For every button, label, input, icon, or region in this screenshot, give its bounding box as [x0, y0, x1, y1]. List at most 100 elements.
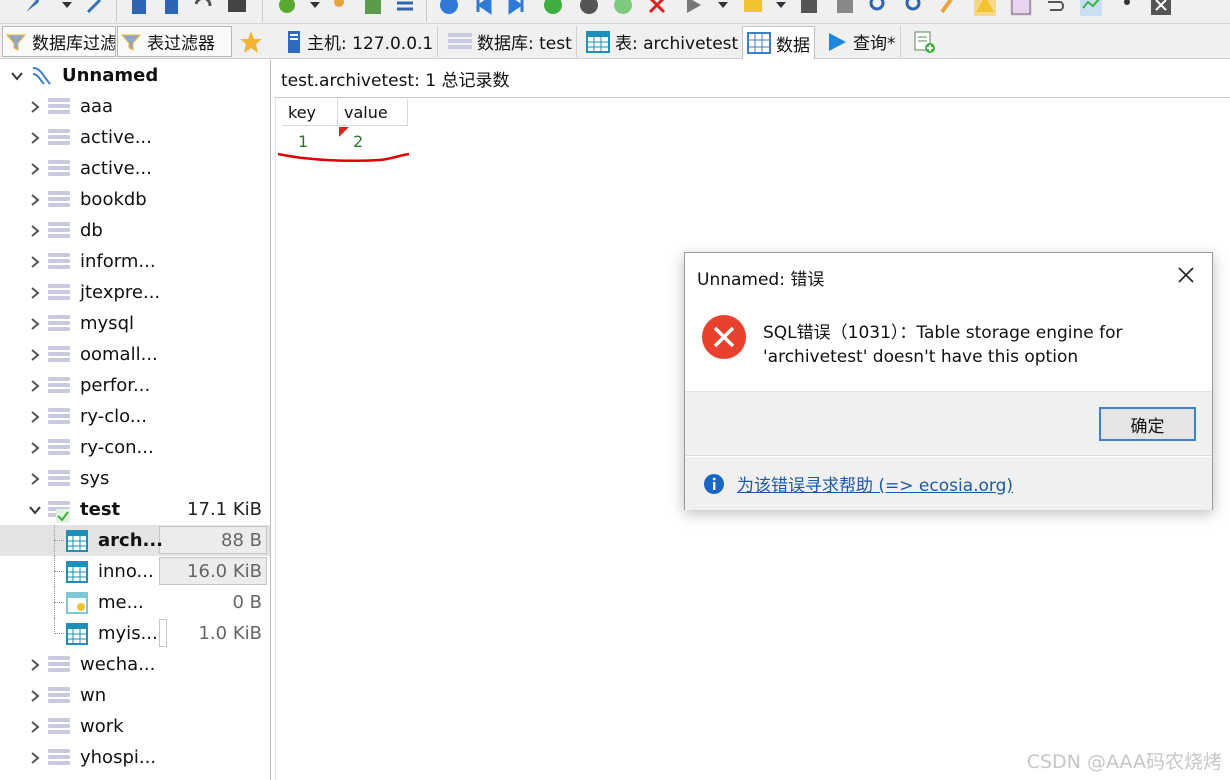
chevron-right-icon[interactable] [28, 472, 42, 486]
chevron-down-icon[interactable] [10, 69, 24, 83]
chevron-right-icon[interactable] [28, 193, 42, 207]
apply-icon[interactable] [612, 0, 634, 16]
tree-item-database[interactable]: db [0, 215, 270, 246]
first-record-icon[interactable] [472, 0, 494, 16]
wrap-icon[interactable] [1044, 0, 1066, 16]
binary-icon[interactable] [1010, 0, 1032, 16]
new-query-icon[interactable] [128, 0, 150, 16]
folder-icon[interactable] [742, 0, 764, 16]
chevron-right-icon[interactable] [28, 100, 42, 114]
print-icon[interactable] [226, 0, 248, 16]
tree-item-label: test [80, 499, 121, 520]
dropdown-icon[interactable] [304, 0, 326, 16]
chevron-right-icon[interactable] [28, 410, 42, 424]
tab-data[interactable]: 数据 [742, 26, 815, 59]
new-query-tab-button[interactable] [908, 26, 940, 57]
tree-item-database[interactable]: mysql [0, 308, 270, 339]
table-filter-label: 表过滤器 [147, 34, 215, 54]
add-record-icon[interactable] [542, 0, 564, 16]
tree-root[interactable]: Unnamed [0, 60, 270, 91]
tree-item-table[interactable]: arch... 88 B [0, 525, 270, 556]
close-icon[interactable] [1150, 0, 1172, 16]
tree-item-database[interactable]: active... [0, 122, 270, 153]
csv-export-icon[interactable] [362, 0, 384, 16]
help-link[interactable]: 为该错误寻求帮助 (=> ecosia.org) [737, 471, 1013, 496]
database-size: 17.1 KiB [187, 499, 262, 520]
database-icon [48, 438, 70, 457]
replace-icon[interactable] [902, 0, 924, 16]
save-icon[interactable] [798, 0, 820, 16]
chevron-down-icon[interactable] [28, 503, 42, 517]
tree-item-test[interactable]: test 17.1 KiB [0, 494, 270, 525]
tab-query[interactable]: 查询* [822, 26, 901, 57]
chevron-right-icon[interactable] [28, 658, 42, 672]
tab-host[interactable]: 主机: 127.0.0.1 [282, 26, 439, 57]
chevron-right-icon[interactable] [28, 224, 42, 238]
last-record-icon[interactable] [506, 0, 528, 16]
chevron-right-icon[interactable] [28, 131, 42, 145]
tree-item-database[interactable]: oomall... [0, 339, 270, 370]
chevron-right-icon[interactable] [28, 441, 42, 455]
tree-item-database[interactable]: active... [0, 153, 270, 184]
chevron-right-icon[interactable] [28, 286, 42, 300]
find-icon[interactable] [868, 0, 890, 16]
chevron-right-icon[interactable] [28, 255, 42, 269]
undo-icon[interactable] [192, 0, 214, 16]
save-disk-icon[interactable] [834, 0, 856, 16]
chevron-right-icon[interactable] [28, 162, 42, 176]
tree-item-database[interactable]: wecha... [0, 649, 270, 680]
error-dialog[interactable]: Unnamed: 错误 SQL错误（1031）：Table storage en… [684, 252, 1213, 510]
tree-item-database[interactable]: yhospi... [0, 742, 270, 773]
tree-item-table[interactable]: inno... 16.0 KiB [0, 556, 270, 587]
database-icon [48, 748, 70, 767]
tree-item-label: inno... [98, 561, 154, 582]
tree-item-database[interactable]: aaa [0, 91, 270, 122]
warning-icon[interactable] [974, 0, 996, 16]
wand-icon[interactable] [84, 0, 106, 16]
run-icon[interactable] [682, 0, 704, 16]
tree-item-database[interactable]: ry-clo... [0, 401, 270, 432]
refresh-icon[interactable] [276, 0, 298, 16]
chevron-right-icon[interactable] [28, 720, 42, 734]
column-header-key[interactable]: key [282, 99, 338, 126]
column-header-value[interactable]: value [338, 99, 408, 126]
chevron-right-icon[interactable] [28, 689, 42, 703]
tree-item-database[interactable]: perfor... [0, 370, 270, 401]
user-icon[interactable] [330, 0, 352, 16]
tree-item-database[interactable]: work [0, 711, 270, 742]
chevron-right-icon[interactable] [28, 751, 42, 765]
tree-item-table[interactable]: myis... 1.0 KiB [0, 618, 270, 649]
tree-item-database[interactable]: inform... [0, 246, 270, 277]
chevron-right-icon[interactable] [28, 348, 42, 362]
cancel-icon[interactable] [646, 0, 668, 16]
transfer-icon[interactable] [394, 0, 416, 16]
tab-table[interactable]: 表: archivetest [582, 26, 744, 57]
connect-icon[interactable] [22, 0, 44, 16]
help-icon[interactable] [438, 0, 460, 16]
chevron-right-icon[interactable] [28, 317, 42, 331]
close-icon[interactable] [1176, 265, 1196, 285]
dropdown-icon[interactable] [712, 0, 734, 16]
delete-record-icon[interactable] [578, 0, 600, 16]
database-filter-input[interactable]: 数据库过滤 [2, 26, 116, 57]
database-tree[interactable]: Unnamed aaa active... active... bookdb db inf… [0, 60, 271, 780]
dropdown-icon[interactable] [56, 0, 78, 16]
tree-item-database[interactable]: jtexpre... [0, 277, 270, 308]
ok-button[interactable]: 确定 [1099, 407, 1196, 441]
database-icon [48, 407, 70, 426]
chevron-right-icon[interactable] [28, 379, 42, 393]
size-bar [159, 619, 167, 647]
tree-item-database[interactable]: sys [0, 463, 270, 494]
favorites-button[interactable] [234, 26, 278, 57]
tree-item-table[interactable]: me... 0 B [0, 587, 270, 618]
tab-database[interactable]: 数据库: test [444, 26, 577, 57]
comma-icon[interactable] [1116, 0, 1138, 16]
dropdown-icon[interactable] [770, 0, 792, 16]
tree-item-database[interactable]: wn [0, 680, 270, 711]
tree-item-database[interactable]: bookdb [0, 184, 270, 215]
broom-icon[interactable] [938, 0, 960, 16]
tree-item-database[interactable]: ry-con... [0, 432, 270, 463]
table-filter-input[interactable]: 表过滤器 [117, 26, 232, 57]
format-icon[interactable] [1080, 0, 1102, 16]
copy-icon[interactable] [160, 0, 182, 16]
